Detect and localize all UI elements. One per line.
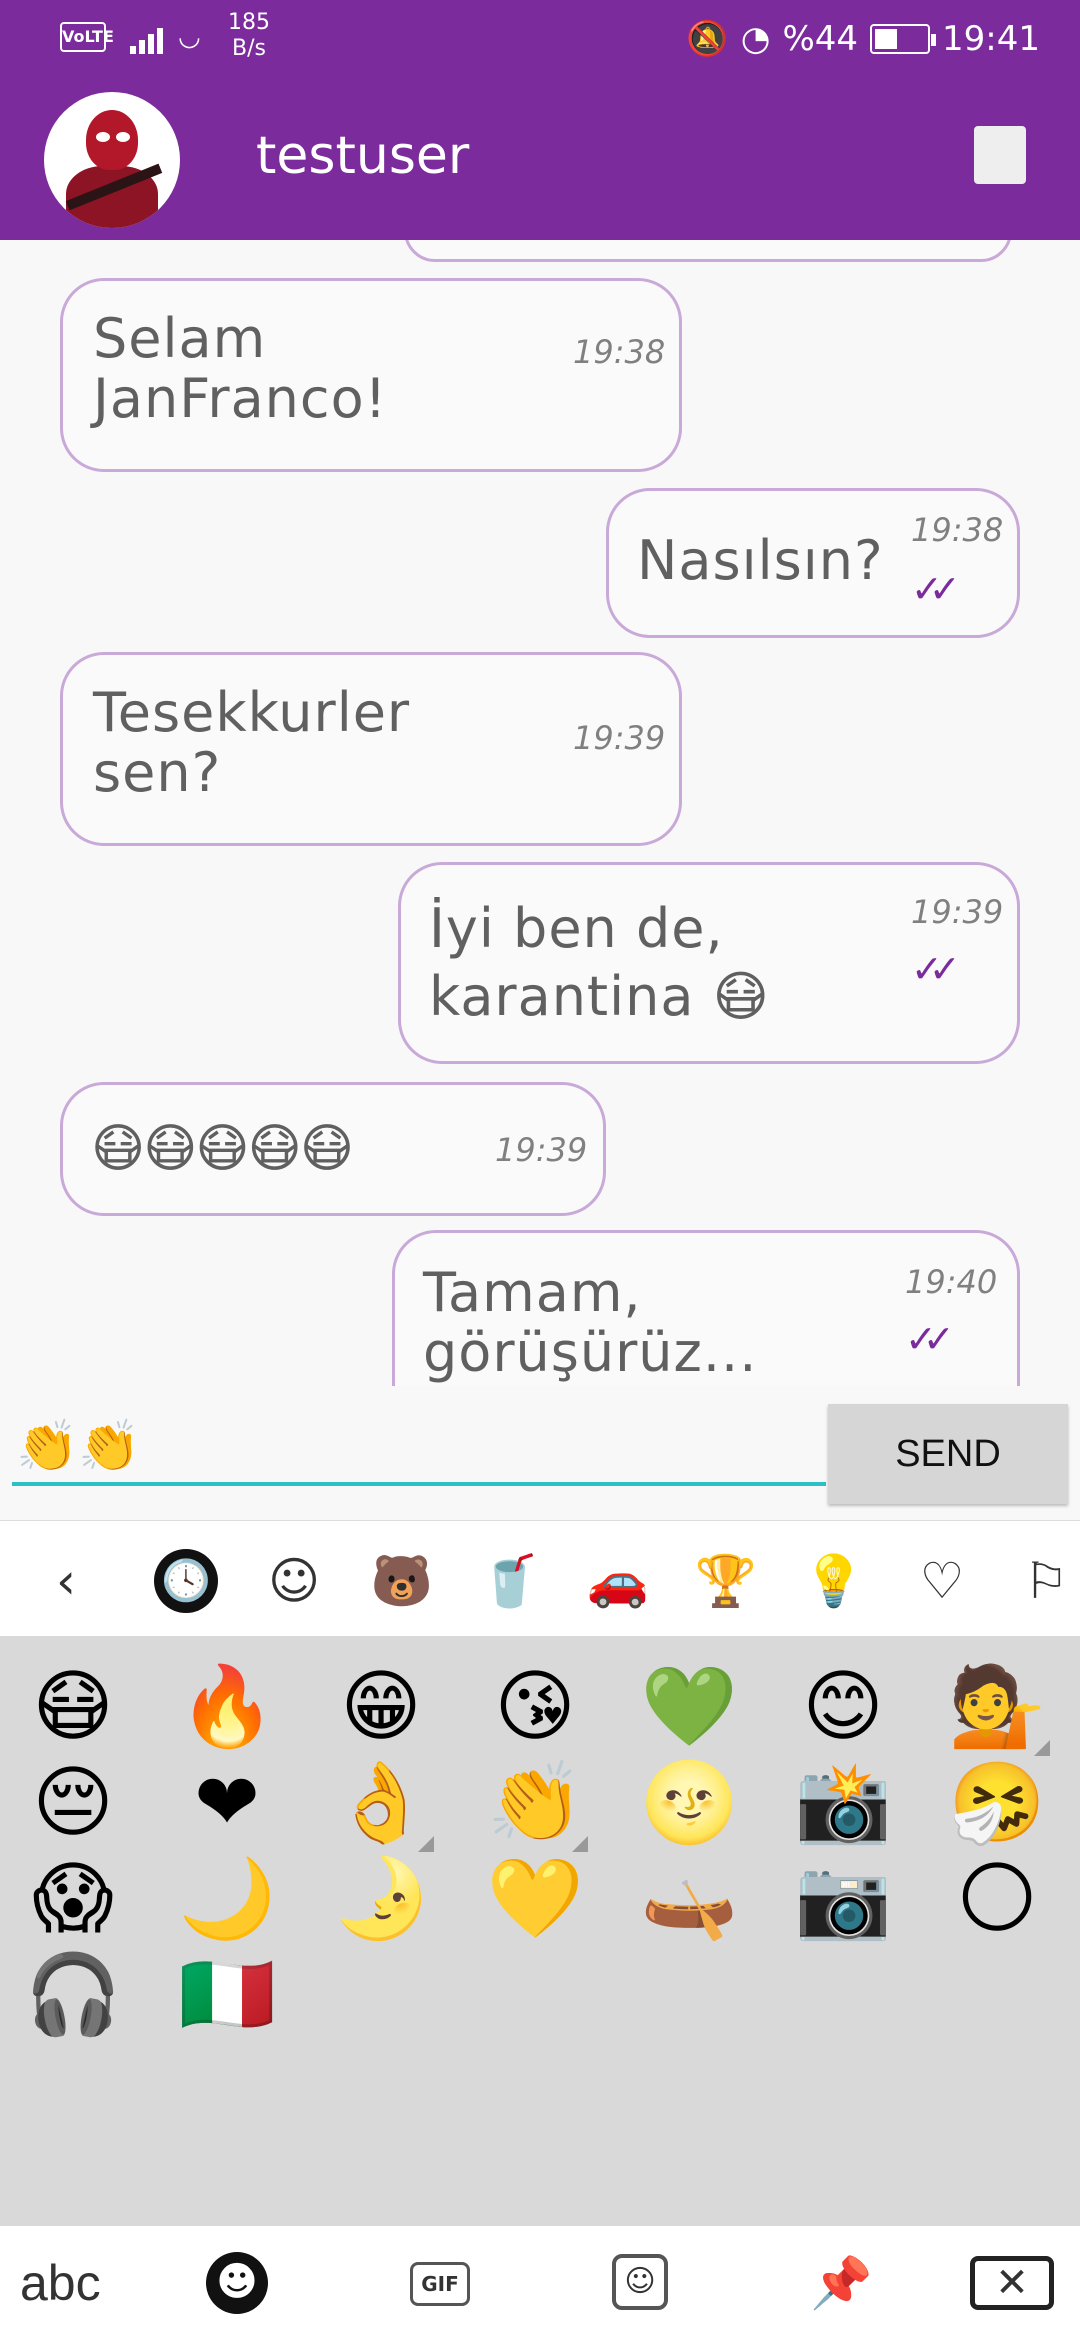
emoji-key[interactable]: 💛 [480, 1844, 590, 1954]
objects-category-icon[interactable]: 💡 [802, 1549, 866, 1613]
message-text: Nasılsın? [637, 529, 884, 592]
message-bubble[interactable]: Tamam, görüşürüz... 19:40 ✓✓ [392, 1230, 1020, 1386]
message-bubble[interactable]: Tesekkurler sen? 19:39 [60, 652, 682, 846]
emoji-key[interactable]: 💚 [634, 1652, 744, 1762]
send-button[interactable]: SEND [828, 1404, 1068, 1504]
food-category-icon[interactable]: 🥤 [478, 1549, 542, 1613]
emoji-key[interactable]: 🌕 [942, 1844, 1052, 1954]
read-receipt-icon: ✓✓ [911, 567, 961, 611]
emoji-key[interactable]: 😷 [18, 1652, 128, 1762]
clock: 19:41 [942, 19, 1040, 59]
backspace-icon[interactable]: ✕ [970, 2256, 1054, 2310]
read-receipt-icon: ✓✓ [911, 947, 961, 991]
signal-icon [130, 22, 170, 54]
battery-fill [875, 29, 898, 49]
keyboard-bottom-bar: abc ☻ GIF ☺ 📌 ✕ [0, 2226, 1080, 2340]
emoji-key[interactable]: 😱 [18, 1844, 128, 1954]
message-text: 😷😷😷😷😷 [91, 1119, 354, 1179]
back-icon[interactable]: ‹ [34, 1549, 98, 1613]
emoji-key[interactable]: 🌙 [172, 1844, 282, 1954]
emoji-key[interactable]: 🤧 [942, 1748, 1052, 1858]
emoji-key[interactable]: 💁 [942, 1652, 1052, 1762]
gif-icon[interactable]: GIF [410, 2262, 470, 2306]
emoji-key[interactable]: 🔥 [172, 1652, 282, 1762]
emoji-key[interactable]: 👏 [480, 1748, 590, 1858]
emoji-key[interactable]: 🌝 [634, 1748, 744, 1858]
emoji-key[interactable]: 🛶 [634, 1844, 744, 1954]
emoji-key[interactable]: 🌛 [326, 1844, 436, 1954]
status-right: 🔕 ◔ %44 19:41 [686, 14, 1040, 64]
emoji-key[interactable]: 😁 [326, 1652, 436, 1762]
emoji-key[interactable]: 😔 [18, 1748, 128, 1858]
emoji-key[interactable]: 📸 [788, 1748, 898, 1858]
message-bubble[interactable]: Nasılsın? 19:38 ✓✓ [606, 488, 1020, 638]
volte-icon: VoLTE [60, 22, 114, 52]
message-time: 19:39 [495, 1131, 588, 1169]
speedometer-icon: ◔ [740, 19, 771, 59]
mute-icon: 🔕 [686, 19, 729, 59]
emoji-key[interactable]: 📷 [788, 1844, 898, 1954]
network-speed-unit: B/s [232, 36, 266, 61]
message-bubble[interactable]: Selam JanFranco! 19:38 [60, 278, 682, 472]
message-input[interactable]: 👏👏 [12, 1406, 826, 1486]
abc-keyboard-button[interactable]: abc [20, 2246, 101, 2320]
chat-header: testuser [0, 80, 1080, 240]
message-list[interactable]: Selam JanFranco! 19:38 Nasılsın? 19:38 ✓… [0, 240, 1080, 1386]
animals-category-icon[interactable]: 🐻 [370, 1549, 434, 1613]
activities-category-icon[interactable]: 🏆 [694, 1549, 758, 1613]
travel-category-icon[interactable]: 🚗 [586, 1549, 650, 1613]
message-text: Tesekkurler sen? [93, 681, 411, 804]
partial-message [404, 240, 1012, 262]
recent-category-icon[interactable]: 🕓 [154, 1549, 218, 1613]
pin-icon[interactable]: 📌 [810, 2246, 872, 2320]
message-time: 19:38 [573, 333, 666, 371]
smileys-category-icon[interactable]: ☺ [262, 1549, 326, 1613]
emoji-keyboard-icon[interactable]: ☻ [206, 2252, 268, 2314]
emoji-key[interactable]: 😘 [480, 1652, 590, 1762]
emoji-key[interactable]: ❤ [172, 1748, 282, 1858]
message-time: 19:39 [911, 893, 1004, 931]
chat-title: testuser [256, 126, 470, 186]
status-bar: VoLTE ◡ 185 B/s 🔕 ◔ %44 19:41 [0, 0, 1080, 80]
square-icon[interactable] [974, 126, 1026, 184]
message-time: 19:40 [905, 1263, 998, 1301]
message-text: İyi ben de, karantina 😷 [429, 897, 770, 1028]
message-bubble[interactable]: İyi ben de, karantina 😷 19:39 ✓✓ [398, 862, 1020, 1064]
network-speed-value: 185 [228, 10, 270, 35]
message-time: 19:39 [573, 719, 666, 757]
message-text: Tamam, görüşürüz... [423, 1261, 758, 1384]
emoji-key[interactable]: 👌 [326, 1748, 436, 1858]
composer: 👏👏 SEND [0, 1386, 1080, 1516]
emoji-grid: 😷 🔥 😁 😘 💚 😊 💁 😔 ❤ 👌 👏 🌝 📸 🤧 😱 🌙 🌛 💛 🛶 📷 🌕 🎧 🇮🇹 [0, 1636, 1080, 2226]
message-bubble[interactable]: 😷😷😷😷😷 19:39 [60, 1082, 606, 1216]
read-receipt-icon: ✓✓ [905, 1317, 955, 1361]
emoji-key[interactable]: 😊 [788, 1652, 898, 1762]
symbols-category-icon[interactable]: ♡ [910, 1549, 974, 1613]
wifi-icon: ◡ [178, 22, 201, 52]
flags-category-icon[interactable]: ⚐ [1014, 1549, 1078, 1613]
battery-percent: %44 [782, 19, 859, 59]
sticker-icon[interactable]: ☺ [612, 2254, 668, 2310]
emoji-key[interactable]: 🎧 [18, 1940, 128, 2050]
emoji-category-bar: ‹ 🕓 ☺ 🐻 🥤 🚗 🏆 💡 ♡ ⚐ [0, 1520, 1080, 1636]
avatar[interactable] [44, 92, 180, 228]
message-text: Selam JanFranco! [93, 307, 388, 430]
battery-icon [870, 24, 937, 54]
message-time: 19:38 [911, 511, 1004, 549]
network-speed: 185 B/s [228, 10, 270, 62]
emoji-key[interactable]: 🇮🇹 [172, 1940, 282, 2050]
